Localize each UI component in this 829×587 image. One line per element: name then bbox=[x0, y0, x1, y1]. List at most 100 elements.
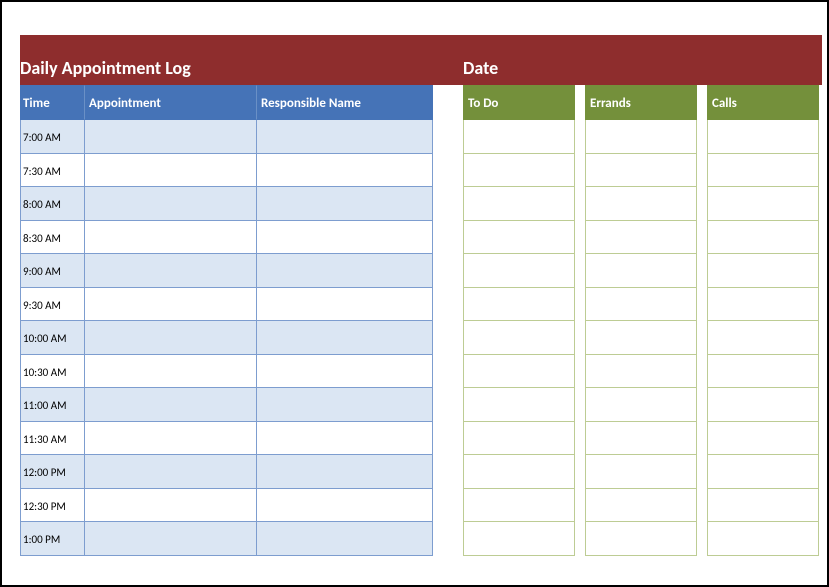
calls-header: Calls bbox=[707, 85, 819, 120]
appointment-cell[interactable] bbox=[85, 422, 257, 456]
time-cell: 1:00 PM bbox=[20, 522, 85, 556]
appointment-row: 10:30 AM bbox=[20, 355, 433, 389]
errands-cell[interactable] bbox=[585, 254, 697, 288]
calls-cell[interactable] bbox=[707, 154, 819, 188]
errands-cell[interactable] bbox=[585, 120, 697, 154]
appointment-cell[interactable] bbox=[85, 254, 257, 288]
appointment-row: 10:00 AM bbox=[20, 321, 433, 355]
todo-cell[interactable] bbox=[463, 154, 575, 188]
appointment-cell[interactable] bbox=[85, 355, 257, 389]
errands-cell[interactable] bbox=[585, 187, 697, 221]
todo-cell[interactable] bbox=[463, 254, 575, 288]
todo-cell[interactable] bbox=[463, 288, 575, 322]
todo-cell[interactable] bbox=[463, 455, 575, 489]
todo-cell[interactable] bbox=[463, 221, 575, 255]
appointment-cell[interactable] bbox=[85, 455, 257, 489]
errands-cell[interactable] bbox=[585, 522, 697, 556]
todo-header: To Do bbox=[463, 85, 575, 120]
calls-cell[interactable] bbox=[707, 120, 819, 154]
appointment-cell[interactable] bbox=[85, 522, 257, 556]
todo-column: To Do bbox=[463, 85, 575, 556]
todo-cell[interactable] bbox=[463, 187, 575, 221]
calls-cell[interactable] bbox=[707, 455, 819, 489]
todo-cell[interactable] bbox=[463, 489, 575, 523]
header-responsible: Responsible Name bbox=[257, 85, 433, 120]
errands-cell[interactable] bbox=[585, 489, 697, 523]
errands-cell[interactable] bbox=[585, 221, 697, 255]
appointment-cell[interactable] bbox=[85, 388, 257, 422]
todo-cell[interactable] bbox=[463, 355, 575, 389]
calls-cell[interactable] bbox=[707, 288, 819, 322]
time-cell: 11:30 AM bbox=[20, 422, 85, 456]
appointment-row: 12:30 PM bbox=[20, 489, 433, 523]
responsible-cell[interactable] bbox=[257, 522, 433, 556]
time-cell: 9:30 AM bbox=[20, 288, 85, 322]
calls-column: Calls bbox=[707, 85, 819, 556]
todo-cell[interactable] bbox=[463, 422, 575, 456]
errands-cell[interactable] bbox=[585, 355, 697, 389]
responsible-cell[interactable] bbox=[257, 187, 433, 221]
appointment-cell[interactable] bbox=[85, 288, 257, 322]
todo-cell[interactable] bbox=[463, 522, 575, 556]
appointment-header-row: Time Appointment Responsible Name bbox=[20, 85, 433, 120]
responsible-cell[interactable] bbox=[257, 120, 433, 154]
title-banner: Daily Appointment Log Date bbox=[20, 35, 822, 85]
calls-cell[interactable] bbox=[707, 254, 819, 288]
appointment-row: 7:00 AM bbox=[20, 120, 433, 154]
errands-cell[interactable] bbox=[585, 321, 697, 355]
calls-cell[interactable] bbox=[707, 187, 819, 221]
calls-cell[interactable] bbox=[707, 388, 819, 422]
appointment-row: 8:00 AM bbox=[20, 187, 433, 221]
responsible-cell[interactable] bbox=[257, 489, 433, 523]
errands-cell[interactable] bbox=[585, 455, 697, 489]
responsible-cell[interactable] bbox=[257, 288, 433, 322]
errands-header: Errands bbox=[585, 85, 697, 120]
todo-cell[interactable] bbox=[463, 120, 575, 154]
time-cell: 7:30 AM bbox=[20, 154, 85, 188]
calls-cell[interactable] bbox=[707, 489, 819, 523]
calls-cell[interactable] bbox=[707, 221, 819, 255]
appointment-cell[interactable] bbox=[85, 120, 257, 154]
errands-cell[interactable] bbox=[585, 154, 697, 188]
responsible-cell[interactable] bbox=[257, 321, 433, 355]
errands-cell[interactable] bbox=[585, 388, 697, 422]
appointment-cell[interactable] bbox=[85, 489, 257, 523]
appointment-cell[interactable] bbox=[85, 221, 257, 255]
header-time: Time bbox=[20, 85, 85, 120]
todo-cell[interactable] bbox=[463, 388, 575, 422]
responsible-cell[interactable] bbox=[257, 355, 433, 389]
sheet-frame: Daily Appointment Log Date Time Appointm… bbox=[0, 0, 829, 587]
appointment-cell[interactable] bbox=[85, 154, 257, 188]
calls-cell[interactable] bbox=[707, 321, 819, 355]
time-cell: 7:00 AM bbox=[20, 120, 85, 154]
date-label: Date bbox=[463, 57, 498, 79]
responsible-cell[interactable] bbox=[257, 221, 433, 255]
time-cell: 8:00 AM bbox=[20, 187, 85, 221]
time-cell: 10:30 AM bbox=[20, 355, 85, 389]
appointment-row: 12:00 PM bbox=[20, 455, 433, 489]
appointment-row: 1:00 PM bbox=[20, 522, 433, 556]
responsible-cell[interactable] bbox=[257, 455, 433, 489]
time-cell: 9:00 AM bbox=[20, 254, 85, 288]
time-cell: 12:30 PM bbox=[20, 489, 85, 523]
time-cell: 10:00 AM bbox=[20, 321, 85, 355]
errands-column: Errands bbox=[585, 85, 697, 556]
time-cell: 12:00 PM bbox=[20, 455, 85, 489]
calls-cell[interactable] bbox=[707, 422, 819, 456]
appointment-cell[interactable] bbox=[85, 187, 257, 221]
appointment-row: 8:30 AM bbox=[20, 221, 433, 255]
appointment-cell[interactable] bbox=[85, 321, 257, 355]
appointment-body: 7:00 AM 7:30 AM 8:00 AM 8:30 AM 9:00 AM … bbox=[20, 120, 433, 556]
appointment-row: 11:00 AM bbox=[20, 388, 433, 422]
todo-cell[interactable] bbox=[463, 321, 575, 355]
calls-cell[interactable] bbox=[707, 355, 819, 389]
responsible-cell[interactable] bbox=[257, 254, 433, 288]
calls-cell[interactable] bbox=[707, 522, 819, 556]
errands-cell[interactable] bbox=[585, 288, 697, 322]
time-cell: 11:00 AM bbox=[20, 388, 85, 422]
errands-cell[interactable] bbox=[585, 422, 697, 456]
responsible-cell[interactable] bbox=[257, 388, 433, 422]
appointment-row: 11:30 AM bbox=[20, 422, 433, 456]
responsible-cell[interactable] bbox=[257, 422, 433, 456]
responsible-cell[interactable] bbox=[257, 154, 433, 188]
